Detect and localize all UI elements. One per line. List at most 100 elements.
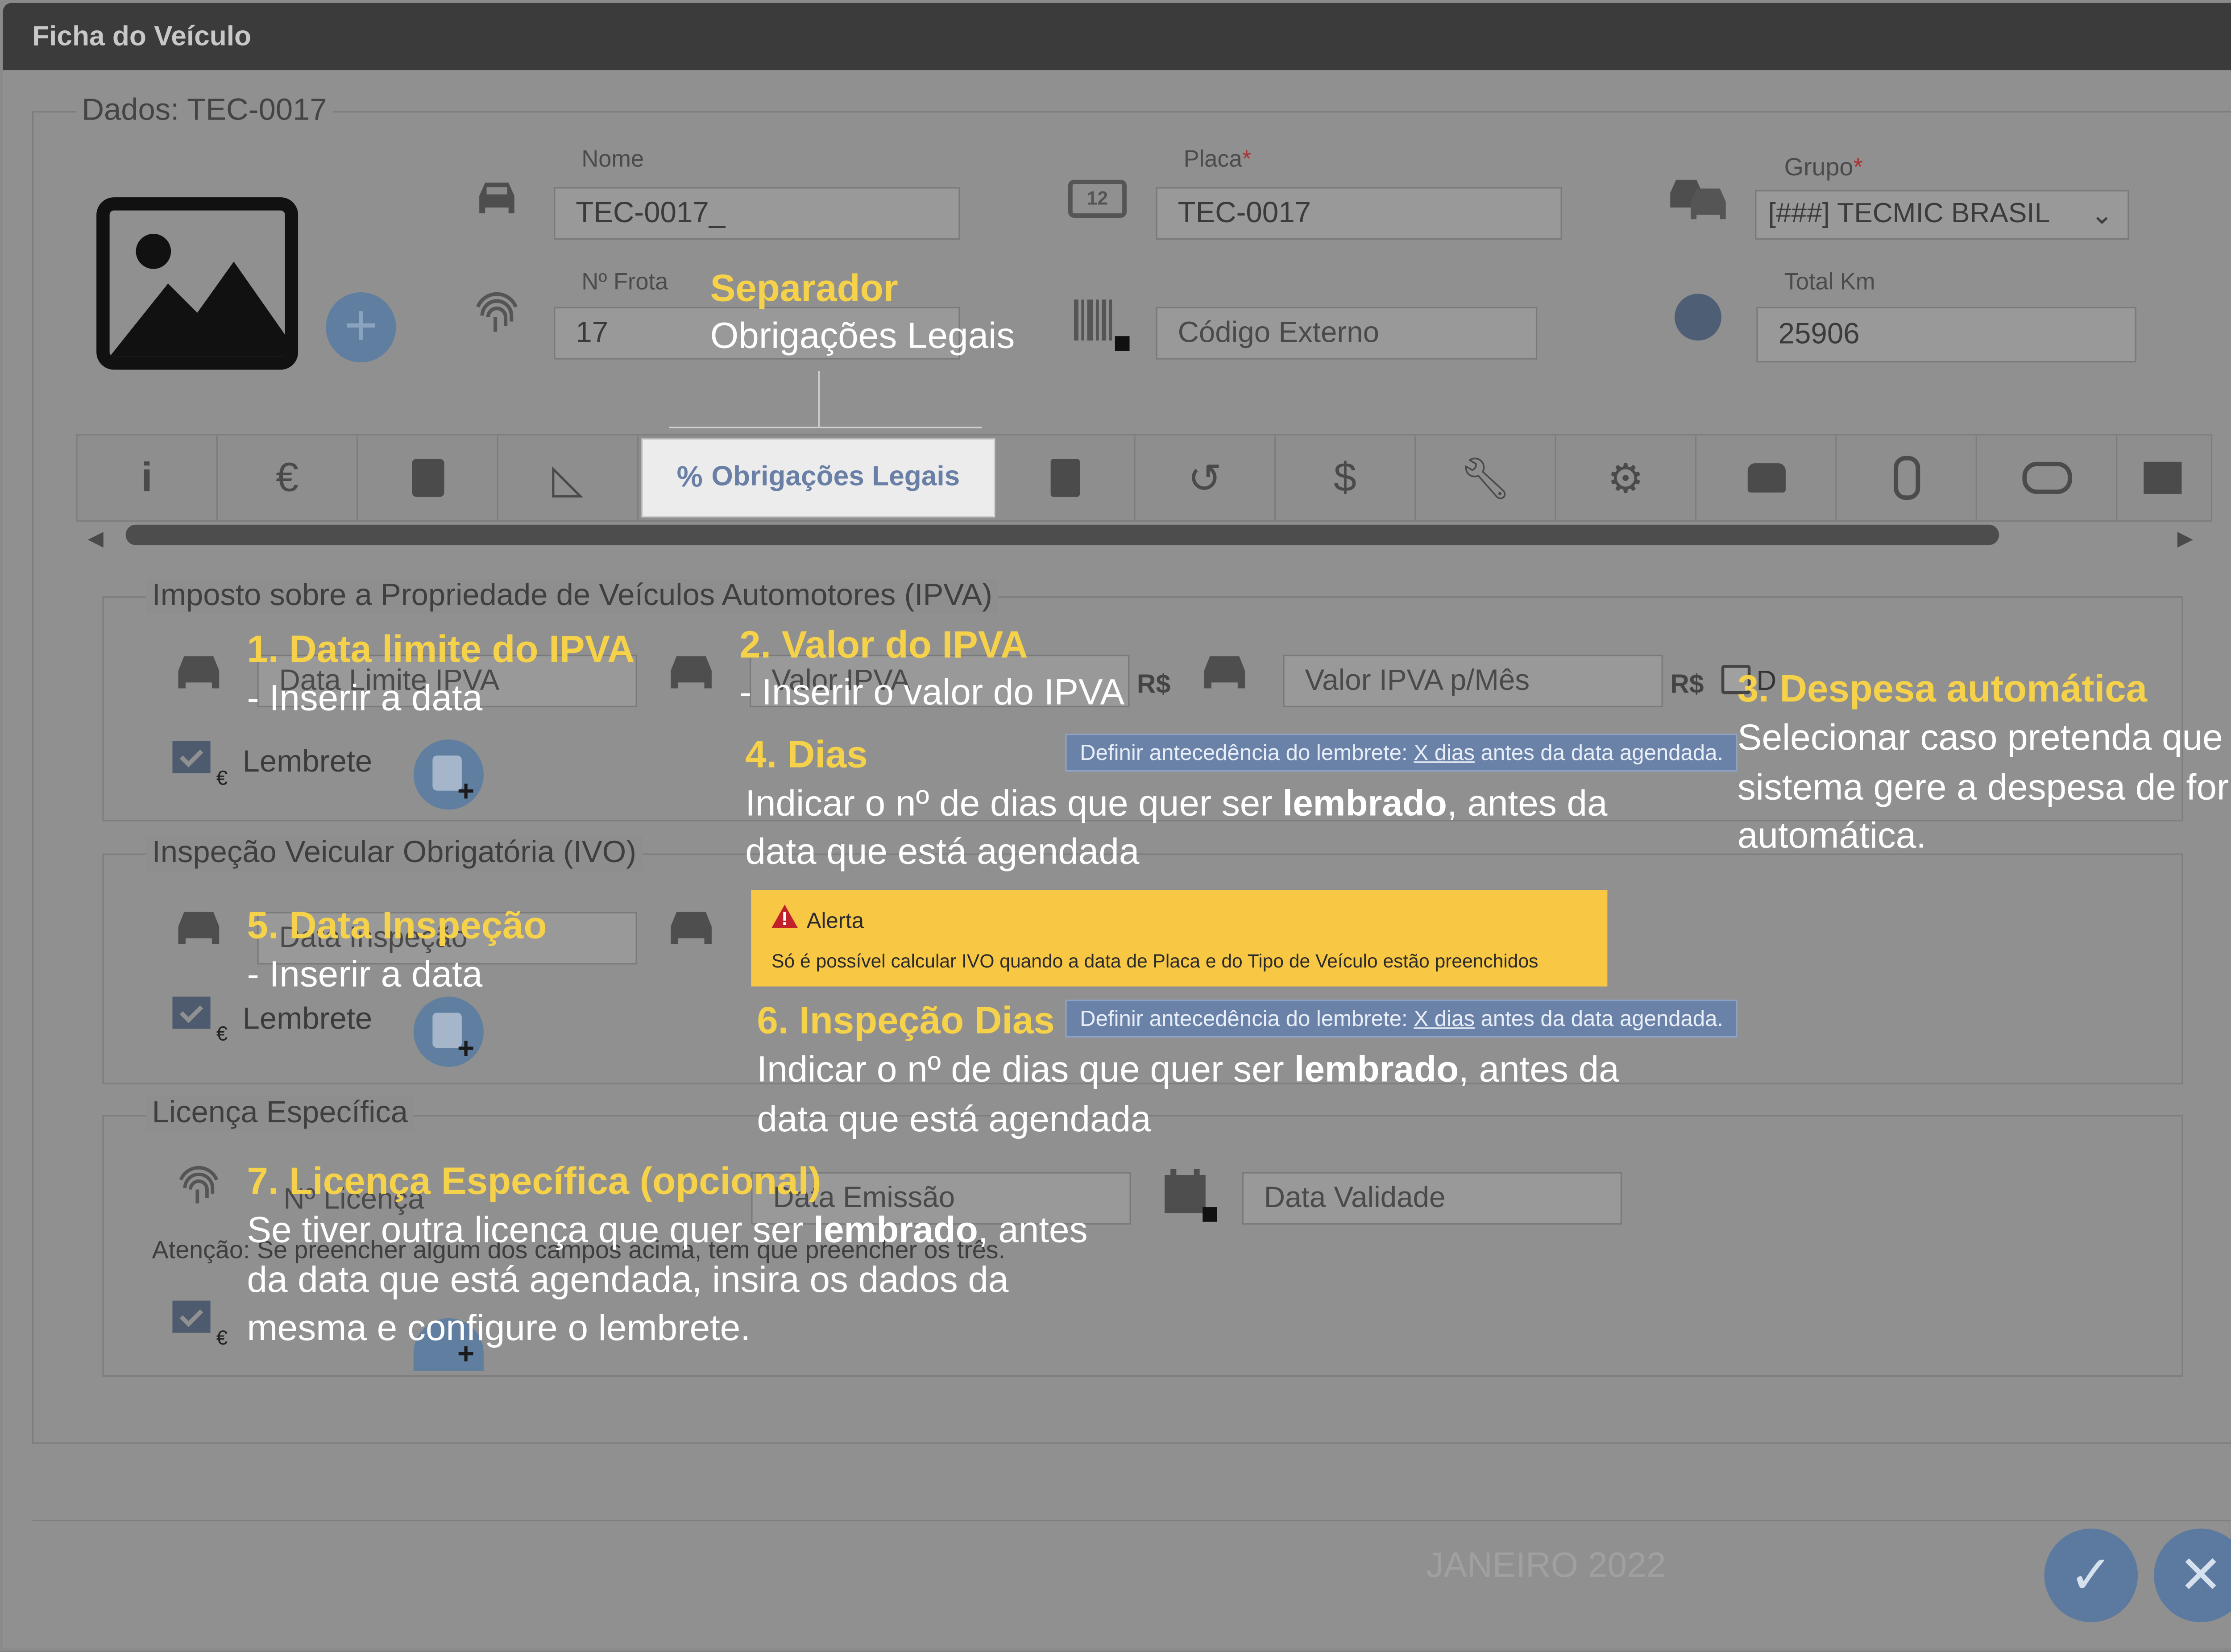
car-icon [665, 650, 717, 694]
gear-icon: ⚙ [1607, 455, 1644, 501]
dados-label: Dados: TEC-0017 [76, 93, 333, 129]
placa-input[interactable]: TEC-0017 [1156, 187, 1562, 240]
warning-icon [771, 905, 798, 928]
scroll-left-icon[interactable]: ◀ [87, 526, 103, 551]
annotation-3-line1: Selecionar caso pretenda que o [1737, 717, 2231, 759]
wrench-icon: 🔧︎ [1459, 455, 1512, 501]
codigo-externo-input[interactable]: Código Externo [1156, 307, 1538, 360]
annotation-1-heading: 1. Data limite do IPVA [247, 627, 635, 671]
grupo-label: Grupo* [1784, 153, 1863, 182]
svg-text:€: € [216, 1326, 228, 1348]
tab-ruler[interactable]: ◺ [498, 435, 639, 520]
annotation-2-heading: 2. Valor do IPVA [739, 623, 1028, 667]
annotation-3-heading: 3. Despesa automática [1737, 666, 2148, 710]
tab-settings[interactable]: ⚙ [1556, 435, 1697, 520]
scroll-right-icon[interactable]: ▶ [2177, 526, 2193, 551]
info-bar-prefix: Definir antecedência do lembrete: [1080, 741, 1414, 766]
calendar-icon [1162, 1166, 1220, 1224]
ivo-title: Inspeção Veicular Obrigatória (IVO) [146, 836, 643, 871]
annotation-7-line2: da data que está agendada, insira os dad… [247, 1259, 1009, 1301]
tab-history[interactable]: ↺ [1136, 435, 1276, 520]
ivo-lembrete-label: Lembrete [242, 1002, 373, 1036]
svg-text:€: € [216, 1022, 228, 1044]
image-icon [109, 233, 285, 357]
window-title-bar: Ficha do Veículo ✕ [3, 3, 2231, 71]
calendar-euro-icon: € [170, 1295, 234, 1349]
car-icon [1198, 650, 1251, 694]
annotation-4-heading: 4. Dias [745, 732, 868, 776]
plate-icon: 12 [1068, 179, 1127, 218]
annotation-4-line2: data que está agendada [745, 831, 1140, 873]
alert-title: Alerta [806, 909, 864, 934]
annotation-3-line2: sistema gere a despesa de forma [1737, 767, 2231, 809]
tab-toggle[interactable] [1977, 435, 2118, 520]
plus-icon: + [457, 1033, 475, 1066]
annotation-6-heading: 6. Inspeção Dias [757, 998, 1055, 1042]
info-bar-link[interactable]: X dias [1414, 1007, 1475, 1032]
scrollbar-thumb[interactable] [125, 524, 1999, 545]
annotation-3-line3: automática. [1737, 815, 1927, 857]
car-icon [665, 906, 717, 950]
footer-divider [32, 1519, 2231, 1522]
annotation-6-line1: Indicar o nº de dias que quer ser lembra… [757, 1049, 1619, 1091]
window-title: Ficha do Veículo [32, 22, 252, 53]
tab-document[interactable] [995, 435, 1136, 520]
annotation-6-line2: data que está agendada [757, 1099, 1151, 1140]
annotation-5-text: - Inserir a data [247, 954, 483, 996]
info-bar-suffix: antes da data agendada. [1474, 1007, 1724, 1032]
annotation-connector [818, 371, 820, 427]
tab-dollar[interactable]: $ [1276, 435, 1416, 520]
info-bar-link[interactable]: X dias [1414, 741, 1475, 766]
vehicle-photo-icon[interactable] [96, 197, 299, 370]
screen-root: Ficha do Veículo ✕ Dados: TEC-0017 + Nom… [0, 0, 2231, 1652]
tab-euro[interactable]: € [218, 435, 358, 520]
total-km-input[interactable]: 25906 [1756, 307, 2136, 363]
grupo-select[interactable]: [###] TECMIC BRASIL ⌄ [1755, 190, 2129, 240]
add-photo-button[interactable]: + [326, 292, 396, 363]
euro-icon: € [275, 454, 299, 500]
annotation-7-line1: Se tiver outra licença que quer ser lemb… [247, 1210, 1088, 1251]
currency-label-2: R$ [1670, 669, 1704, 699]
annotation-separador-heading: Separador [710, 266, 898, 310]
cars-group-icon [1667, 172, 1732, 225]
nome-label: Nome [581, 147, 644, 173]
tab-car[interactable] [1696, 435, 1837, 520]
tab-obrigacoes-legais[interactable]: % Obrigações Legais [641, 438, 995, 518]
tab-book[interactable] [358, 435, 498, 520]
tab-scrollbar[interactable]: ◀ ▶ [87, 523, 2203, 549]
svg-text:€: € [216, 767, 228, 788]
plus-icon: + [457, 776, 475, 809]
info-icon: i [141, 454, 153, 500]
valor-ipva-mes-input[interactable]: Valor IPVA p/Mês [1283, 655, 1663, 708]
info-bar-suffix: antes da data agendada. [1474, 741, 1724, 766]
annotation-4-line1: Indicar o nº de dias que quer ser lembra… [745, 783, 1608, 825]
data-validade-input[interactable]: Data Validade [1242, 1172, 1622, 1225]
nome-input[interactable]: TEC-0017_ [554, 187, 960, 240]
map-icon [2144, 461, 2182, 494]
ipva-add-reminder-button[interactable]: + [413, 739, 484, 810]
confirm-button[interactable]: ✓ [2044, 1528, 2138, 1623]
tab-obrigacoes-legais-label: Obrigações Legais [711, 461, 960, 493]
car-front-icon [1747, 463, 1785, 493]
car-icon [172, 650, 225, 694]
info-bar-ivo-dias: Definir antecedência do lembrete: X dias… [1065, 1000, 1738, 1038]
calendar-euro-icon: € [170, 991, 234, 1045]
tab-attachment[interactable] [1837, 435, 1977, 520]
dollar-icon: $ [1334, 454, 1357, 500]
tab-map[interactable] [2117, 436, 2208, 520]
speedometer-icon [1675, 294, 1721, 341]
alert-message: Só é possível calcular IVO quando a data… [771, 950, 1538, 972]
percent-icon: % [676, 461, 703, 494]
history-icon: ↺ [1187, 455, 1222, 501]
ivo-add-reminder-button[interactable]: + [413, 996, 484, 1067]
fingerprint-icon [471, 289, 523, 342]
annotation-7-line3: mesma e configure o lembrete. [247, 1308, 751, 1349]
info-bar-prefix: Definir antecedência do lembrete: [1080, 1007, 1414, 1032]
tab-wrench[interactable]: 🔧︎ [1416, 435, 1556, 520]
fingerprint-icon [172, 1163, 225, 1213]
footer-watermark: JANEIRO 2022 [1426, 1546, 1666, 1586]
document-icon [1050, 459, 1079, 497]
tab-info[interactable]: i [78, 435, 218, 520]
annotation-2-text: - Inserir o valor do IPVA [739, 672, 1125, 714]
annotation-5-heading: 5. Data Inspeção [247, 903, 547, 947]
